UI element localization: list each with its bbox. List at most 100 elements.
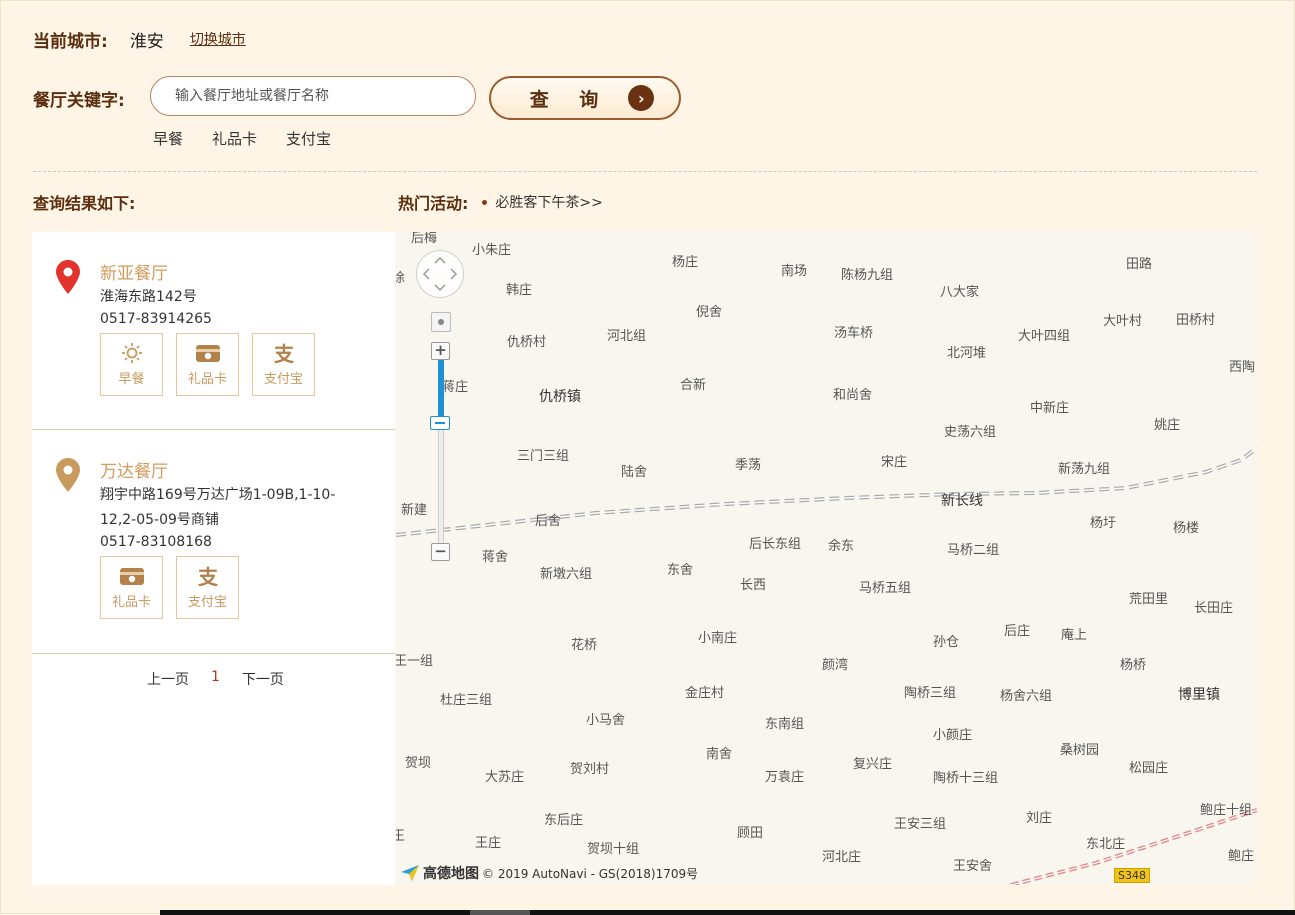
map-place-label: 西陶 — [1229, 360, 1256, 375]
gift-card-icon — [119, 568, 144, 585]
chevron-right-icon: › — [628, 85, 655, 111]
quick-tag-breakfast[interactable]: 早餐 — [153, 128, 183, 149]
current-city: 淮安 — [129, 31, 164, 52]
store-phone: 0517-83914265 — [100, 311, 212, 327]
map-place-label: 颜湾 — [822, 658, 849, 673]
map-place-label: 后梅 — [411, 232, 438, 246]
map-place-label: 韩庄 — [506, 283, 533, 298]
map-place-label: 后长东组 — [749, 537, 802, 552]
quick-tag-gift-card[interactable]: 礼品卡 — [212, 128, 257, 149]
service-label: 支付宝 — [187, 595, 227, 610]
map-place-label: 宋庄 — [881, 455, 908, 470]
store-name[interactable]: 万达餐厅 — [100, 457, 168, 482]
map-view[interactable]: 后梅 小朱庄 杨庄 南场 陈杨九组 田路 八大家 徐韩庄 倪舍 大叶村 田桥村 汤车桥 仇桥村 河北组 北河… — [396, 232, 1257, 885]
quick-tag-alipay[interactable]: 支付宝 — [286, 128, 331, 149]
switch-city-link[interactable]: 切换城市 — [190, 29, 246, 49]
map-place-label: 姚庄 — [1154, 418, 1181, 433]
map-place-label: 河北组 — [607, 329, 647, 344]
next-page-link[interactable]: 下一页 — [242, 669, 284, 689]
location-pin-icon — [56, 458, 80, 492]
results-panel: 新亚餐厅 淮海东路142号 0517-83914265 早餐 礼品卡 支 支付宝… — [32, 232, 395, 885]
keyword-label: 餐厅关键字: — [33, 90, 125, 111]
map-place-label: 陈杨九组 — [841, 268, 894, 283]
map-place-label: 田桥村 — [1176, 313, 1216, 328]
service-list: 礼品卡 支 支付宝 — [100, 556, 239, 619]
map-place-label: 金庄村 — [685, 686, 725, 701]
map-place-label: 贺坝十组 — [587, 842, 640, 857]
city-row: 当前城市: 淮安 切换城市 — [33, 24, 246, 54]
hot-activity: 热门活动: 必胜客下午茶>> — [398, 190, 603, 214]
service-breakfast[interactable]: 早餐 — [100, 333, 163, 396]
zoom-slider-handle[interactable] — [430, 416, 450, 430]
hot-label: 热门活动: — [398, 194, 469, 213]
map-place-label: 大叶村 — [1103, 314, 1143, 329]
map-place-label: 小朱庄 — [472, 243, 512, 258]
service-alipay[interactable]: 支 支付宝 — [252, 333, 315, 396]
map-place-label: 刘庄 — [1026, 811, 1053, 826]
service-label: 早餐 — [118, 372, 145, 387]
map-place-label: 杨楼 — [1173, 521, 1200, 536]
map-place-label: 桑树园 — [1060, 743, 1100, 758]
gift-card-icon — [195, 345, 220, 362]
map-place-label: 倪舍 — [696, 305, 723, 320]
prev-page-link[interactable]: 上一页 — [147, 669, 189, 689]
map-place-label: 后舍 — [535, 514, 562, 529]
map-place-label: 博里镇 — [1178, 687, 1220, 703]
pan-arrows-icon — [422, 256, 458, 292]
map-place-label: 万袁庄 — [765, 770, 805, 785]
zoom-out-button[interactable]: − — [431, 543, 450, 561]
service-gift-card[interactable]: 礼品卡 — [100, 556, 163, 619]
hot-activity-link[interactable]: 必胜客下午茶>> — [495, 192, 602, 212]
map-place-label: 小颜庄 — [933, 728, 973, 743]
map-place-label: 贺坝 — [405, 756, 432, 771]
map-place-label: 王安三组 — [894, 817, 947, 832]
store-item[interactable]: 新亚餐厅 淮海东路142号 0517-83914265 早餐 礼品卡 支 支付宝 — [32, 232, 395, 430]
location-pin-icon — [56, 260, 80, 294]
search-input[interactable] — [173, 87, 467, 105]
zoom-in-button[interactable]: + — [431, 342, 450, 360]
current-page[interactable]: 1 — [211, 669, 220, 689]
map-place-label: 小南庄 — [698, 631, 738, 646]
store-address: 淮海东路142号 — [100, 289, 197, 305]
search-button[interactable]: 查 询 › — [489, 76, 681, 120]
store-phone: 0517-83108168 — [100, 534, 212, 550]
divider — [33, 171, 1257, 172]
zoom-slider-fill — [438, 360, 444, 422]
map-place-label: 王一组 — [396, 654, 434, 669]
amap-logo-text: 高德地图 — [423, 866, 479, 882]
map-place-label: 史荡六组 — [944, 425, 997, 440]
map-place-label: 顾田 — [737, 826, 764, 841]
map-place-label: 贺刘村 — [570, 762, 610, 777]
search-row: 餐厅关键字: — [33, 76, 125, 120]
svg-text:支: 支 — [198, 565, 219, 587]
map-place-label: 马桥五组 — [859, 581, 912, 596]
pan-control[interactable] — [416, 250, 464, 298]
service-gift-card[interactable]: 礼品卡 — [176, 333, 239, 396]
service-alipay[interactable]: 支 支付宝 — [176, 556, 239, 619]
locate-icon[interactable] — [431, 312, 451, 332]
map-place-label: 杨舍六组 — [1000, 689, 1053, 704]
map-place-label: 蒋庄 — [442, 380, 469, 395]
map-place-label: 杨圩 — [1090, 516, 1117, 531]
map-place-label: 孙仓 — [933, 635, 960, 650]
map-place-label: 杨桥 — [1120, 658, 1147, 673]
bullet-icon — [482, 199, 488, 205]
map-place-label: 东后庄 — [544, 813, 584, 828]
map-place-label: 蒋舍 — [482, 550, 509, 565]
map-place-label: 南舍 — [706, 747, 733, 762]
map-place-label: 东北庄 — [1086, 837, 1126, 852]
map-place-label: 季荡 — [735, 458, 762, 473]
search-button-label: 查 询 — [529, 88, 611, 111]
map-place-label: 花桥 — [571, 638, 598, 653]
map-place-label: 仇桥村 — [507, 335, 547, 350]
store-name[interactable]: 新亚餐厅 — [100, 259, 168, 284]
map-place-label: 仇桥镇 — [539, 389, 581, 405]
service-label: 礼品卡 — [187, 372, 227, 387]
map-place-label: 杨庄 — [672, 255, 699, 270]
map-place-label: 河北庄 — [822, 850, 862, 865]
map-place-label: 三门三组 — [517, 449, 570, 464]
svg-text:支: 支 — [274, 342, 295, 364]
quick-tags: 早餐 礼品卡 支付宝 — [153, 128, 331, 149]
map-place-label: 田路 — [1126, 257, 1153, 272]
store-item[interactable]: 万达餐厅 翔宇中路169号万达广场1-09B,1-10-12,2-05-09号商… — [32, 430, 395, 654]
